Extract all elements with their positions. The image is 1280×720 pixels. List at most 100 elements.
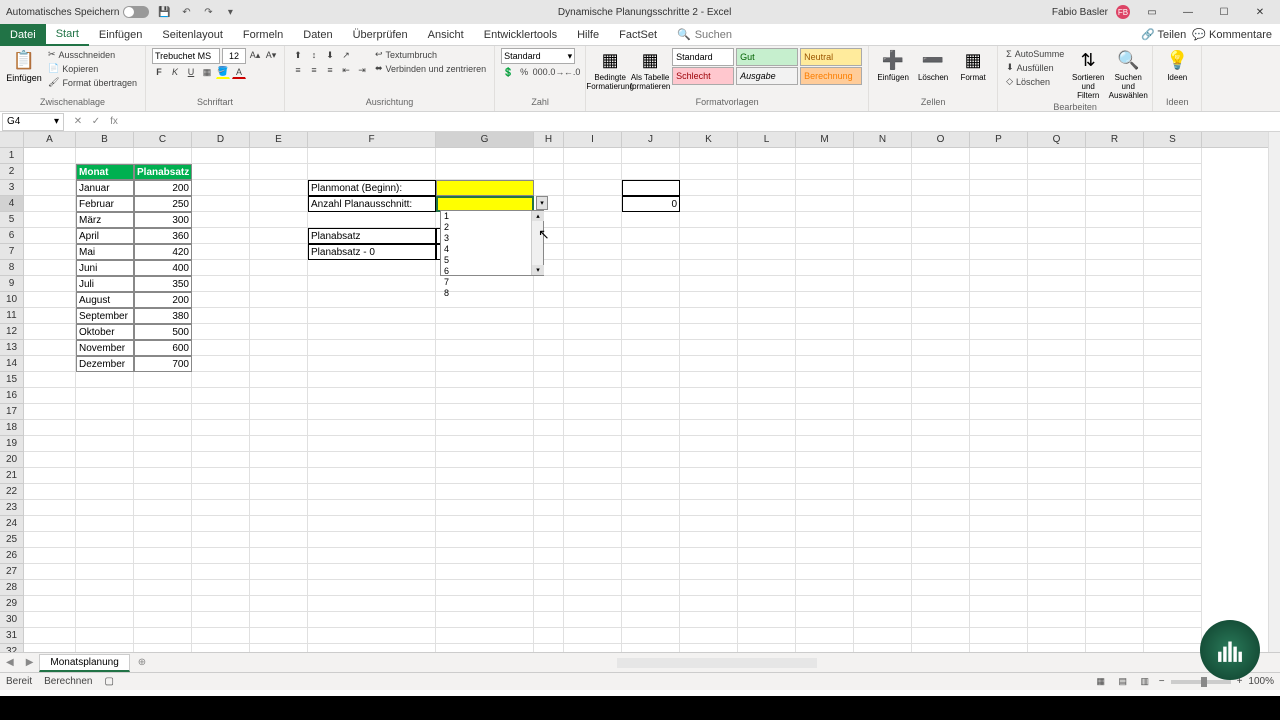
cell[interactable] bbox=[192, 324, 250, 340]
cell[interactable] bbox=[622, 148, 680, 164]
cell[interactable] bbox=[912, 228, 970, 244]
cell[interactable] bbox=[854, 276, 912, 292]
row-header[interactable]: 19 bbox=[0, 436, 24, 452]
save-icon[interactable]: 💾 bbox=[157, 5, 171, 19]
row-header[interactable]: 20 bbox=[0, 452, 24, 468]
cell[interactable] bbox=[134, 516, 192, 532]
style-neutral[interactable]: Neutral bbox=[800, 48, 862, 66]
cell[interactable] bbox=[1028, 548, 1086, 564]
cell[interactable] bbox=[1086, 644, 1144, 652]
cell[interactable] bbox=[250, 500, 308, 516]
row-header[interactable]: 27 bbox=[0, 564, 24, 580]
cell[interactable] bbox=[24, 596, 76, 612]
cell[interactable] bbox=[192, 356, 250, 372]
cell[interactable] bbox=[970, 468, 1028, 484]
cell[interactable] bbox=[1144, 612, 1202, 628]
cell[interactable] bbox=[738, 148, 796, 164]
cell[interactable] bbox=[796, 180, 854, 196]
dropdown-option[interactable]: 4 bbox=[441, 244, 543, 255]
cell[interactable] bbox=[436, 164, 534, 180]
cell[interactable] bbox=[134, 420, 192, 436]
user-name[interactable]: Fabio Basler bbox=[1052, 7, 1108, 18]
col-header[interactable]: G bbox=[436, 132, 534, 147]
cell[interactable]: 250 bbox=[134, 196, 192, 212]
cell[interactable] bbox=[24, 468, 76, 484]
cell[interactable] bbox=[1086, 244, 1144, 260]
col-header[interactable]: P bbox=[970, 132, 1028, 147]
cell[interactable] bbox=[308, 548, 436, 564]
cell[interactable] bbox=[1028, 596, 1086, 612]
cell[interactable] bbox=[1028, 452, 1086, 468]
cell[interactable] bbox=[1086, 212, 1144, 228]
merge-button[interactable]: ⬌Verbinden und zentrieren bbox=[373, 62, 488, 75]
tab-pagelayout[interactable]: Seitenlayout bbox=[152, 24, 233, 46]
cell[interactable] bbox=[970, 548, 1028, 564]
cell[interactable] bbox=[308, 260, 436, 276]
cell[interactable] bbox=[134, 468, 192, 484]
cell[interactable] bbox=[970, 628, 1028, 644]
underline-button[interactable]: U bbox=[184, 65, 198, 79]
cell[interactable] bbox=[192, 340, 250, 356]
cell[interactable] bbox=[854, 596, 912, 612]
cell[interactable] bbox=[250, 452, 308, 468]
cell[interactable] bbox=[1144, 388, 1202, 404]
decrease-font-icon[interactable]: A▾ bbox=[264, 48, 278, 62]
cell[interactable] bbox=[796, 260, 854, 276]
cell[interactable] bbox=[436, 404, 534, 420]
cell[interactable] bbox=[436, 372, 534, 388]
cell[interactable] bbox=[436, 148, 534, 164]
data-validation-dropdown-list[interactable]: 1 2 3 4 5 6 7 8 ▴ ▾ bbox=[440, 210, 544, 276]
view-normal-icon[interactable]: ▦ bbox=[1093, 675, 1109, 689]
cell[interactable] bbox=[738, 468, 796, 484]
cell[interactable] bbox=[436, 580, 534, 596]
cell[interactable] bbox=[1028, 564, 1086, 580]
cell[interactable] bbox=[970, 532, 1028, 548]
cell[interactable] bbox=[1144, 564, 1202, 580]
cell[interactable]: November bbox=[76, 340, 134, 356]
row-header[interactable]: 25 bbox=[0, 532, 24, 548]
cell[interactable] bbox=[738, 180, 796, 196]
font-name-select[interactable] bbox=[152, 48, 220, 64]
cell[interactable] bbox=[854, 260, 912, 276]
cell[interactable] bbox=[192, 308, 250, 324]
cell[interactable] bbox=[912, 484, 970, 500]
cell[interactable] bbox=[854, 356, 912, 372]
col-header[interactable]: H bbox=[534, 132, 564, 147]
cell[interactable]: Dezember bbox=[76, 356, 134, 372]
align-right-icon[interactable]: ≡ bbox=[323, 63, 337, 77]
cell[interactable] bbox=[1144, 484, 1202, 500]
cell[interactable] bbox=[796, 452, 854, 468]
col-header[interactable]: L bbox=[738, 132, 796, 147]
cell[interactable] bbox=[912, 612, 970, 628]
row-header[interactable]: 26 bbox=[0, 548, 24, 564]
cell[interactable] bbox=[970, 244, 1028, 260]
cell[interactable] bbox=[970, 564, 1028, 580]
cell[interactable] bbox=[134, 564, 192, 580]
font-size-select[interactable] bbox=[222, 48, 246, 64]
sheet-nav-next[interactable]: ▶ bbox=[20, 657, 40, 668]
cell[interactable] bbox=[796, 500, 854, 516]
cell[interactable] bbox=[1086, 628, 1144, 644]
cell[interactable] bbox=[534, 308, 564, 324]
cell[interactable]: Anzahl Planausschnitt: bbox=[308, 196, 436, 212]
cell[interactable]: Oktober bbox=[76, 324, 134, 340]
cell[interactable] bbox=[24, 628, 76, 644]
cell[interactable] bbox=[192, 148, 250, 164]
cell[interactable] bbox=[796, 548, 854, 564]
cell[interactable] bbox=[1086, 436, 1144, 452]
cell[interactable] bbox=[534, 596, 564, 612]
cell[interactable] bbox=[970, 356, 1028, 372]
spreadsheet-grid[interactable]: A B C D E F G H I J K L M N O P Q R S 12… bbox=[0, 132, 1280, 652]
format-cells-button[interactable]: ▦Format bbox=[955, 48, 991, 84]
cell[interactable] bbox=[912, 596, 970, 612]
conditional-formatting-button[interactable]: ▦ Bedingte Formatierung bbox=[592, 48, 628, 93]
cell[interactable] bbox=[250, 292, 308, 308]
cell[interactable] bbox=[1028, 580, 1086, 596]
cell[interactable] bbox=[24, 484, 76, 500]
cell[interactable] bbox=[738, 452, 796, 468]
cell[interactable] bbox=[436, 324, 534, 340]
row-header[interactable]: 8 bbox=[0, 260, 24, 276]
cell[interactable] bbox=[738, 436, 796, 452]
enter-formula-icon[interactable]: ✓ bbox=[88, 114, 104, 130]
align-center-icon[interactable]: ≡ bbox=[307, 63, 321, 77]
